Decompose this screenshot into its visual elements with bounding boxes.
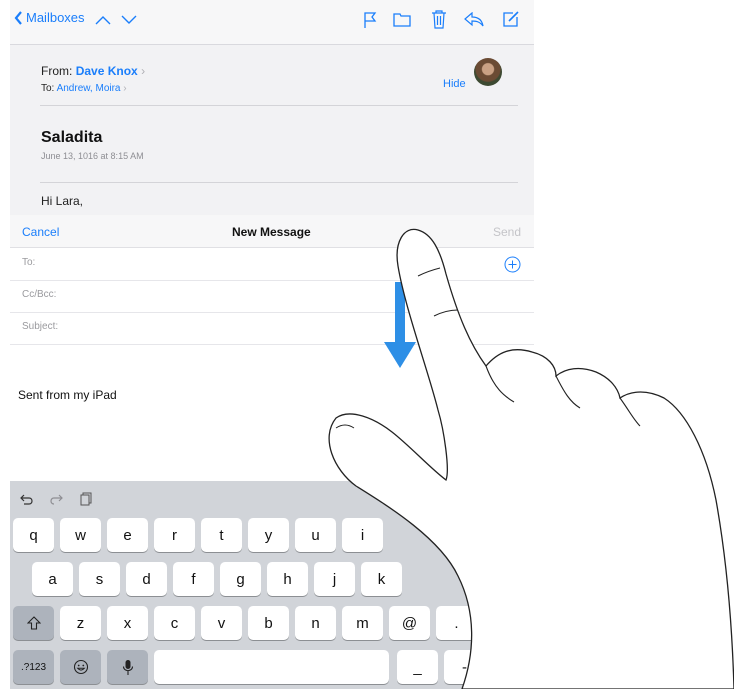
to-row: To: Andrew, Moira ›: [41, 83, 127, 94]
divider: [40, 182, 518, 183]
chevron-up-icon[interactable]: [95, 15, 111, 25]
key-t[interactable]: t: [201, 518, 242, 552]
key-y[interactable]: y: [248, 518, 289, 552]
ccbcc-field[interactable]: Cc/Bcc:: [10, 280, 534, 313]
key-n[interactable]: n: [295, 606, 336, 640]
dictation-key[interactable]: [107, 650, 148, 684]
emoji-key[interactable]: [60, 650, 101, 684]
key-u[interactable]: u: [295, 518, 336, 552]
mail-message: From: Dave Knox › To: Andrew, Moira › Hi…: [10, 45, 534, 215]
key-b[interactable]: b: [248, 606, 289, 640]
hide-button[interactable]: Hide: [443, 78, 466, 90]
add-contact-icon[interactable]: [504, 256, 521, 273]
subject-field[interactable]: Subject:: [10, 312, 534, 345]
reply-icon[interactable]: [464, 12, 484, 27]
folder-icon[interactable]: [393, 12, 411, 27]
key-e[interactable]: e: [107, 518, 148, 552]
chevron-left-icon: [14, 10, 22, 25]
key-w[interactable]: w: [60, 518, 101, 552]
message-body: Hi Lara,: [41, 194, 84, 208]
key-d[interactable]: d: [126, 562, 167, 596]
hide-keyboard-key[interactable]: [491, 650, 531, 684]
keyboard: q w e r t y u i a s d f g h j k z x c v …: [10, 481, 534, 689]
key-f[interactable]: f: [173, 562, 214, 596]
chevron-right-icon: ›: [141, 64, 146, 78]
chevron-down-icon[interactable]: [121, 15, 137, 25]
flag-icon[interactable]: [363, 11, 377, 29]
key-x[interactable]: x: [107, 606, 148, 640]
key-underscore[interactable]: _: [397, 650, 438, 684]
key-s[interactable]: s: [79, 562, 120, 596]
key-v[interactable]: v: [201, 606, 242, 640]
mailboxes-back-button[interactable]: Mailboxes: [14, 10, 85, 25]
compose-title: New Message: [232, 225, 311, 239]
from-label: From:: [41, 64, 73, 78]
message-date: June 13, 1016 at 8:15 AM: [41, 151, 144, 161]
to-field-label: To:: [22, 257, 36, 268]
key-c[interactable]: c: [154, 606, 195, 640]
message-subject: Saladita: [41, 129, 103, 146]
recipient-names[interactable]: Andrew, Moira: [57, 83, 121, 94]
compose-sheet: Cancel New Message Send To: Cc/Bcc: Subj…: [10, 216, 534, 481]
key-r[interactable]: r: [154, 518, 195, 552]
key-i[interactable]: i: [342, 518, 383, 552]
trash-icon[interactable]: [431, 9, 447, 29]
key-q[interactable]: q: [13, 518, 54, 552]
subject-field-label: Subject:: [22, 321, 59, 332]
avatar: [474, 58, 502, 86]
divider: [40, 105, 518, 106]
ipad-screen: Mailboxes From: Dave Knox › To: Andrew, …: [10, 0, 534, 689]
mail-toolbar: Mailboxes: [10, 0, 534, 45]
key-z[interactable]: z: [60, 606, 101, 640]
compose-body[interactable]: Sent from my iPad: [18, 388, 117, 402]
key-a[interactable]: a: [32, 562, 73, 596]
emoji-icon: [73, 659, 88, 675]
key-m[interactable]: m: [342, 606, 383, 640]
microphone-icon: [122, 659, 133, 675]
ccbcc-field-label: Cc/Bcc:: [22, 289, 57, 300]
space-bar[interactable]: [154, 650, 389, 684]
key-at[interactable]: @: [389, 606, 430, 640]
compose-icon[interactable]: [502, 10, 520, 28]
mailboxes-label: Mailboxes: [26, 10, 85, 25]
to-field[interactable]: To:: [10, 248, 534, 281]
from-row: From: Dave Knox ›: [41, 64, 145, 78]
numbers-key[interactable]: .?123: [13, 650, 54, 684]
redo-icon[interactable]: [50, 494, 63, 505]
key-period[interactable]: .: [436, 606, 477, 640]
undo-icon[interactable]: [20, 494, 33, 505]
key-j[interactable]: j: [314, 562, 355, 596]
key-g[interactable]: g: [220, 562, 261, 596]
key-k[interactable]: k: [361, 562, 402, 596]
paste-icon[interactable]: [80, 492, 92, 506]
send-button[interactable]: Send: [493, 225, 521, 239]
to-label: To:: [41, 83, 55, 94]
shift-icon: [26, 616, 41, 630]
chevron-right-icon: ›: [123, 83, 127, 94]
key-h[interactable]: h: [267, 562, 308, 596]
cancel-button[interactable]: Cancel: [22, 225, 59, 239]
compose-header: Cancel New Message Send: [10, 216, 534, 248]
key-dash[interactable]: -: [444, 650, 485, 684]
shift-key[interactable]: [13, 606, 54, 640]
sender-name[interactable]: Dave Knox: [76, 64, 138, 78]
keyboard-dismiss-icon: [501, 659, 521, 675]
